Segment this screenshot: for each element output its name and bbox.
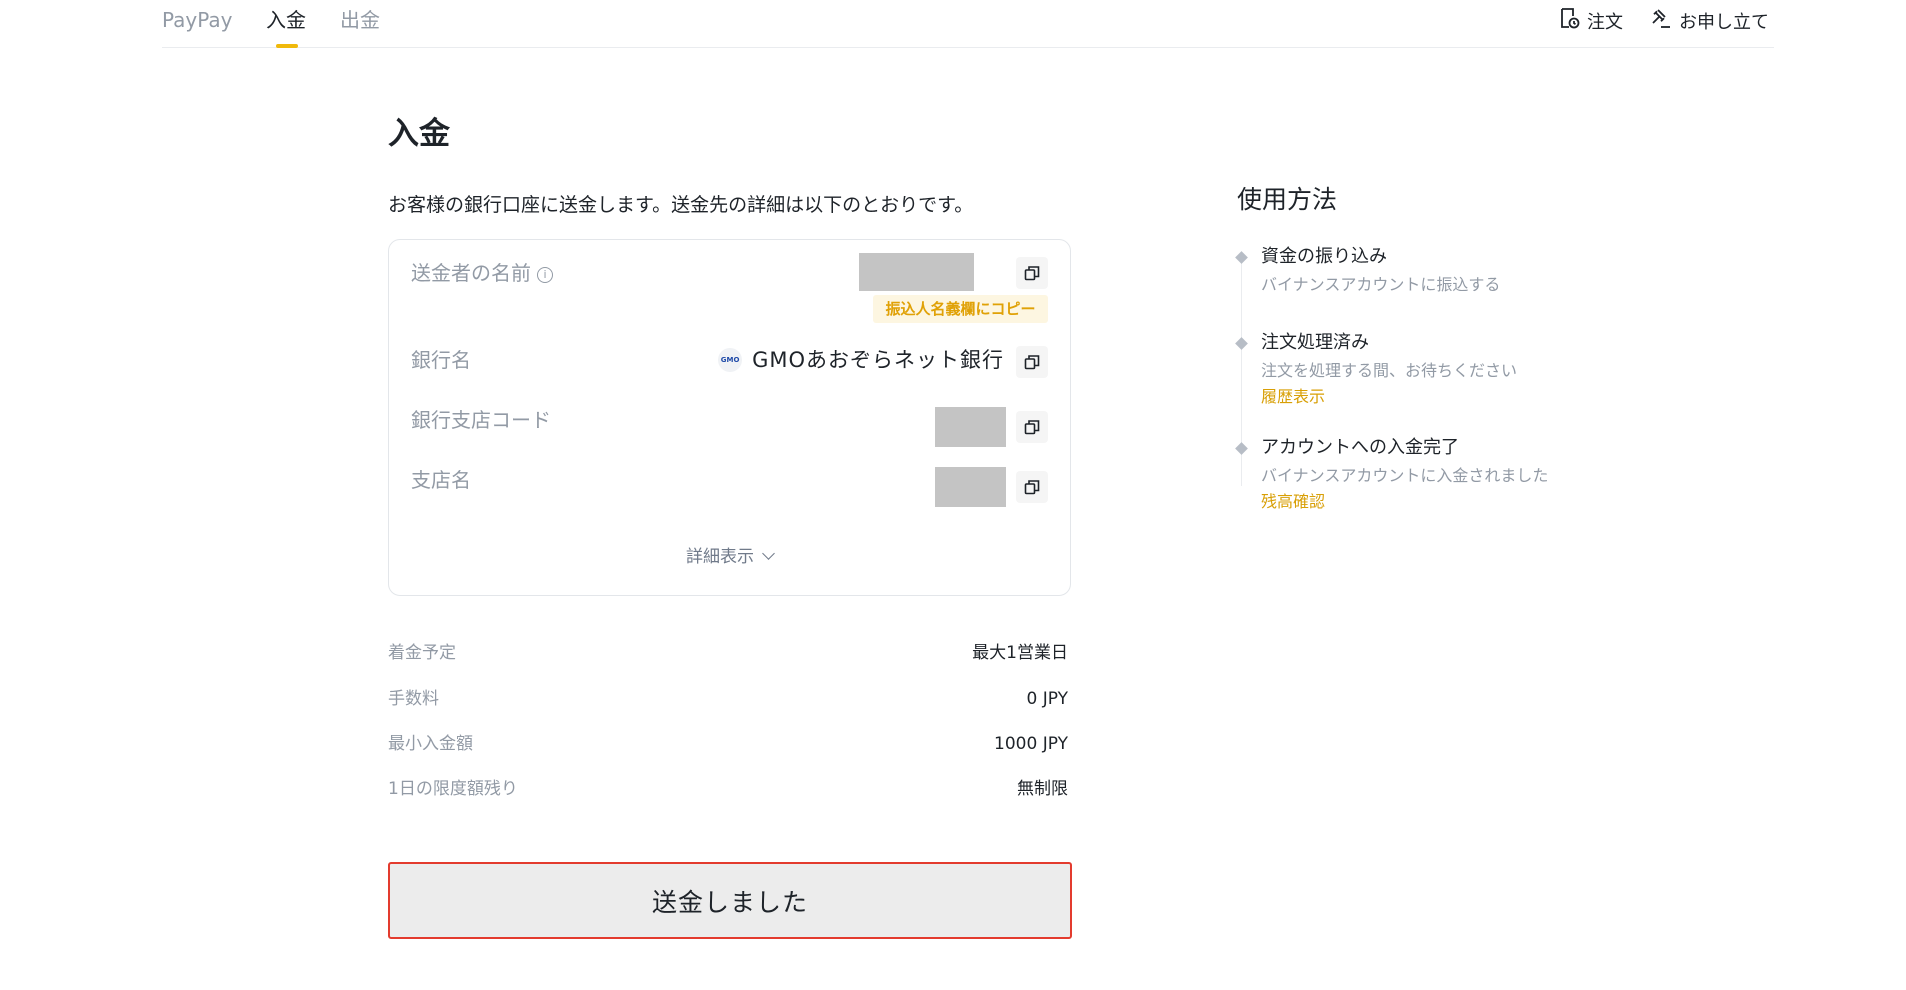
summary-label: 最小入金額 [388,734,473,754]
step-title: 注文処理済み [1261,332,1369,353]
tab-withdraw[interactable]: 出金 [340,6,380,34]
summary-value: 無制限 [1017,779,1068,799]
usage-guide-title: 使用方法 [1237,185,1338,214]
summary-label: 1日の限度額残り [388,779,518,799]
step-marker-icon [1235,251,1248,264]
summary-row-fee: 手数料 0 JPY [388,684,1068,714]
summary-label: 着金予定 [388,643,456,663]
step-title: アカウントへの入金完了 [1261,437,1459,458]
step-title: 資金の振り込み [1261,246,1387,267]
copy-icon [1024,355,1040,370]
summary-label: 手数料 [388,689,439,709]
view-history-link[interactable]: 履歴表示 [1261,385,1325,409]
transfer-completed-button[interactable]: 送金しました [388,862,1072,939]
branch-code-value-redacted [935,407,1006,447]
copy-icon [1024,266,1040,281]
copy-icon [1024,420,1040,435]
summary-row-daily-limit: 1日の限度額残り 無制限 [388,774,1068,804]
top-navigation: PayPay 入金 出金 注文 お申し立て [162,0,1774,48]
summary-row-arrival: 着金予定 最大1営業日 [388,638,1068,668]
tab-deposit[interactable]: 入金 [266,6,306,34]
copy-bank-name-button[interactable] [1016,346,1048,378]
bank-name-label: 銀行名 [411,348,471,372]
summary-value: 最大1営業日 [972,643,1068,663]
orders-link[interactable]: 注文 [1557,6,1623,39]
summary-value: 0 JPY [1026,689,1069,709]
check-balance-link[interactable]: 残高確認 [1261,490,1325,514]
bank-name-value-group: GMO GMOあおぞらネット銀行 [718,345,1004,375]
step-marker-icon [1235,337,1248,350]
summary-value: 1000 JPY [994,734,1068,754]
orders-label: 注文 [1587,11,1623,33]
copy-icon [1024,480,1040,495]
appeal-link[interactable]: お申し立て [1649,6,1769,39]
copy-sender-name-button[interactable] [1016,257,1048,289]
sender-name-row-label: 送金者の名前 i [411,258,553,288]
step-description: バイナンスアカウントに入金されました [1261,466,1549,485]
step-description: 注文を処理する間、お待ちください [1261,361,1518,380]
bank-name-value: GMOあおぞらネット銀行 [752,348,1004,372]
copy-branch-name-button[interactable] [1016,471,1048,503]
deposit-instructions: お客様の銀行口座に送金します。送金先の詳細は以下のとおりです。 [388,194,974,216]
summary-row-minimum: 最小入金額 1000 JPY [388,729,1068,759]
step-description: バイナンスアカウントに振込する [1261,275,1501,294]
branch-name-value-redacted [935,467,1006,507]
show-details-label: 詳細表示 [686,547,754,567]
copy-to-name-field-button[interactable]: 振込人名義欄にコピー [873,295,1048,323]
branch-code-label: 銀行支店コード [411,408,551,432]
page-title: 入金 [388,116,450,152]
sender-name-value-redacted [859,253,974,291]
bank-logo: GMO [718,348,743,372]
step-marker-icon [1235,442,1248,455]
transfer-details-card: 送金者の名前 i 振込人名義欄にコピー 銀行名 GMO GMOあおぞらネット銀行 … [388,239,1071,596]
active-tab-indicator [276,44,298,48]
order-history-icon [1557,6,1581,39]
sender-name-label: 送金者の名前 [411,261,531,285]
branch-name-label: 支店名 [411,468,471,492]
gavel-icon [1649,6,1673,39]
tab-paypay[interactable]: PayPay [162,6,233,34]
copy-branch-code-button[interactable] [1016,411,1048,443]
show-details-toggle[interactable]: 詳細表示 [389,542,1070,572]
info-icon[interactable]: i [537,267,553,283]
appeal-label: お申し立て [1679,11,1769,33]
chevron-down-icon [762,547,775,560]
